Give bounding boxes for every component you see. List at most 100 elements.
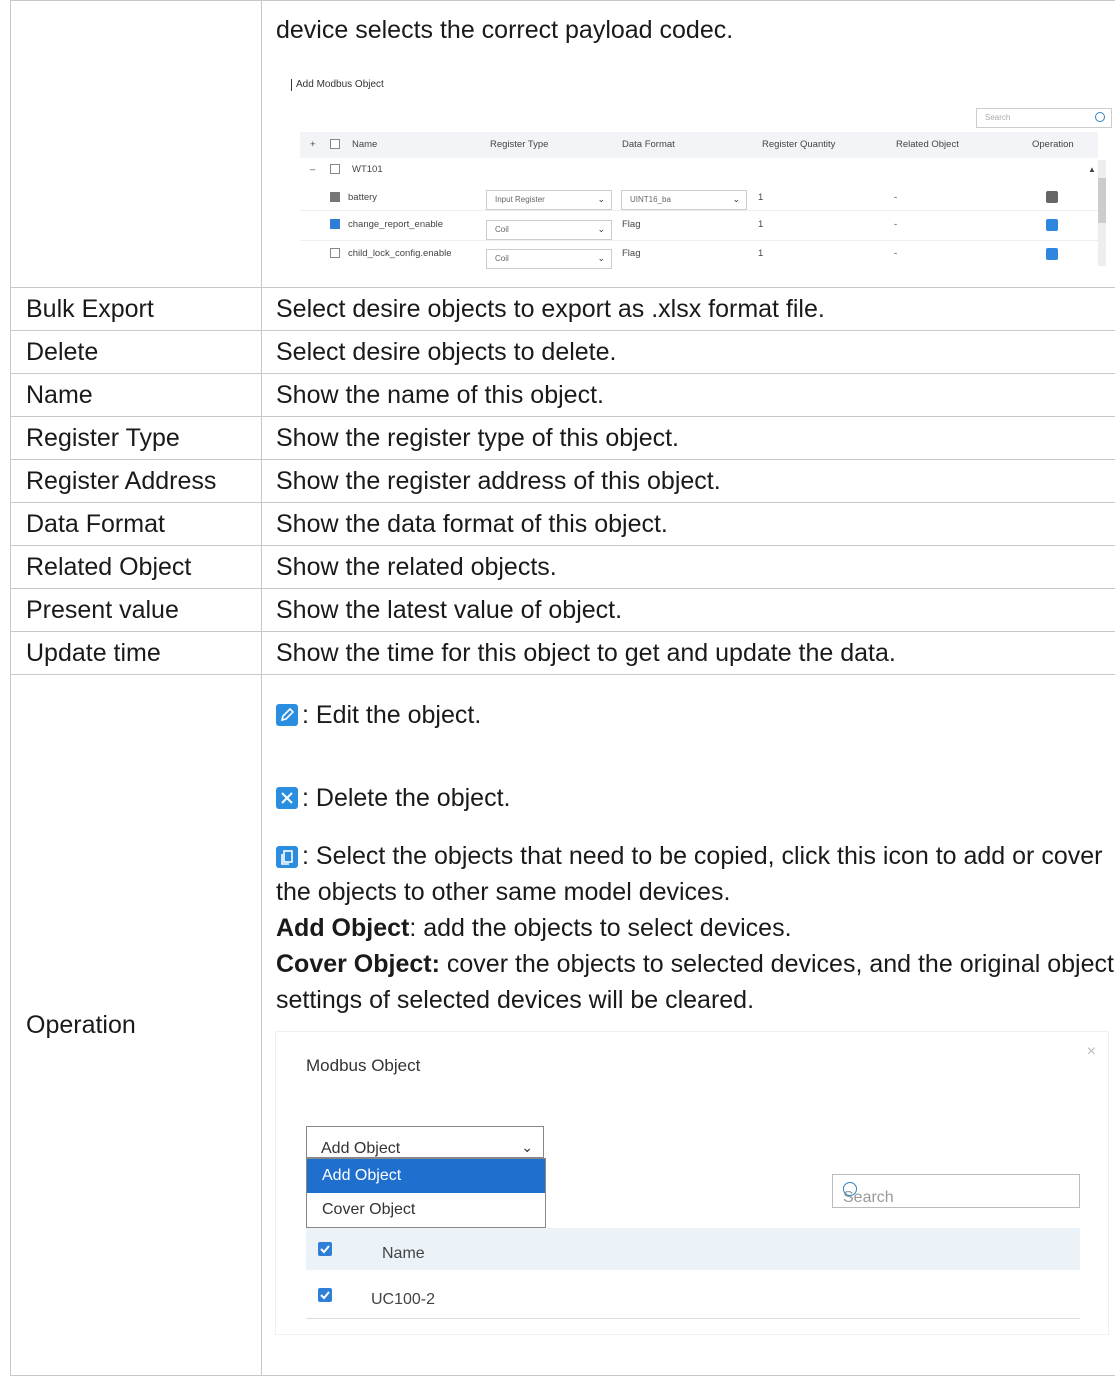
row-name: battery <box>348 192 378 203</box>
row-description: Show the register type of this object. <box>261 416 1115 460</box>
table-row: Register Address Show the register addre… <box>10 459 1115 503</box>
row-label: Present value <box>10 588 262 632</box>
row-checkbox[interactable] <box>330 248 340 258</box>
row-description: Select desire objects to export as .xlsx… <box>261 287 1115 331</box>
row-data-format: Flag <box>622 219 641 230</box>
row-description: Show the data format of this object. <box>261 502 1115 546</box>
select-all-checkbox[interactable] <box>330 139 340 149</box>
row-label: Bulk Export <box>10 287 262 331</box>
codec-text: device selects the correct payload codec… <box>276 16 734 44</box>
add-modbus-object-screenshot: Add Modbus Object Search + Name Register… <box>276 68 1112 269</box>
object-table: device selects the correct payload codec… <box>10 0 1115 1376</box>
edit-icon[interactable] <box>276 704 298 726</box>
row-name: child_lock_config.enable <box>348 248 452 259</box>
column-data-format: Data Format <box>622 139 675 150</box>
row-related: - <box>894 192 898 203</box>
empty-label-cell <box>10 0 262 288</box>
data-format-select[interactable]: UINT16_ba ⌄ <box>621 190 747 210</box>
register-type-select[interactable]: Coil ⌄ <box>486 249 612 269</box>
row-description: Show the register address of this object… <box>261 459 1115 503</box>
scrollbar-thumb[interactable] <box>1098 178 1106 223</box>
row-label: Operation <box>10 674 262 1376</box>
column-name: Name <box>352 139 378 150</box>
collapse-icon[interactable]: – <box>310 164 315 176</box>
table-row: Related Object Show the related objects. <box>10 545 1115 589</box>
select-all-checkbox[interactable] <box>318 1242 332 1256</box>
option-cover-object[interactable]: Cover Object <box>307 1193 545 1227</box>
column-operation: Operation <box>1032 139 1074 150</box>
row-divider <box>306 1318 1080 1319</box>
row-description: Show the latest value of object. <box>261 588 1115 632</box>
expand-all-icon[interactable]: + <box>310 139 316 151</box>
group-checkbox[interactable] <box>330 164 340 174</box>
screenshot-title: Add Modbus Object <box>291 79 384 91</box>
search-placeholder: Search <box>985 113 1011 122</box>
scrollbar[interactable] <box>1098 160 1106 266</box>
close-icon[interactable]: × <box>1087 1036 1096 1067</box>
cover-object-term: Cover Object: <box>276 950 440 978</box>
option-add-object[interactable]: Add Object <box>307 1159 545 1193</box>
add-object-paragraph: Add Object: add the objects to select de… <box>276 910 1114 946</box>
edit-icon[interactable] <box>1046 219 1058 231</box>
row-description: Show the time for this object to get and… <box>261 631 1115 675</box>
column-register-quantity: Register Quantity <box>762 139 836 150</box>
table-row: Delete Select desire objects to delete. <box>10 330 1115 374</box>
modbus-object-dialog-screenshot: × Modbus Object Add Object ⌄ Add Object … <box>276 1032 1108 1334</box>
row-divider <box>300 210 1098 211</box>
cover-object-paragraph: Cover Object: cover the objects to selec… <box>276 946 1114 1018</box>
search-icon[interactable] <box>1095 112 1105 122</box>
row-description: Show the name of this object. <box>261 373 1115 417</box>
row-related: - <box>894 248 898 259</box>
add-object-term: Add Object <box>276 914 410 942</box>
action-select[interactable]: Add Object ⌄ <box>306 1126 544 1158</box>
table-row: device selects the correct payload codec… <box>10 0 1115 288</box>
row-related: - <box>894 219 898 230</box>
table-row: Data Format Show the data format of this… <box>10 502 1115 546</box>
table-row: Update time Show the time for this objec… <box>10 631 1115 675</box>
action-dropdown: Add Object Cover Object <box>306 1158 546 1228</box>
copy-icon[interactable] <box>276 846 298 868</box>
table-header <box>300 132 1098 158</box>
codec-cell: device selects the correct payload codec… <box>261 0 1115 288</box>
row-label: Related Object <box>10 545 262 589</box>
row-data-format: Flag <box>622 248 641 259</box>
scroll-up-icon[interactable]: ▲ <box>1088 164 1096 176</box>
search-icon[interactable] <box>843 1182 857 1196</box>
search-input[interactable]: Search <box>832 1174 1080 1208</box>
table-row: Bulk Export Select desire objects to exp… <box>10 287 1115 331</box>
copy-paragraph: : Select the objects that need to be cop… <box>276 838 1114 910</box>
row-divider <box>300 240 1098 241</box>
row-label: Update time <box>10 631 262 675</box>
row-quantity: 1 <box>758 192 764 203</box>
add-object-description: : add the objects to select devices. <box>409 914 792 942</box>
device-checkbox[interactable] <box>318 1288 332 1302</box>
column-name: Name <box>382 1245 425 1262</box>
delete-line: : Delete the object. <box>276 778 1114 818</box>
close-icon[interactable] <box>276 787 298 809</box>
row-checkbox[interactable] <box>330 192 340 202</box>
table-row: Name Show the name of this object. <box>10 373 1115 417</box>
row-quantity: 1 <box>758 248 764 259</box>
edit-icon[interactable] <box>1046 248 1058 260</box>
table-row: Present value Show the latest value of o… <box>10 588 1115 632</box>
table-row: Register Type Show the register type of … <box>10 416 1115 460</box>
edit-line: : Edit the object. <box>276 695 1114 735</box>
row-label: Register Address <box>10 459 262 503</box>
row-checkbox[interactable] <box>330 219 340 229</box>
row-description: Select desire objects to delete. <box>261 330 1115 374</box>
operation-cell: : Edit the object. : Delete the object. … <box>261 674 1115 1376</box>
group-row-name: WT101 <box>352 164 383 175</box>
device-name: UC100-2 <box>371 1291 436 1308</box>
register-type-select[interactable]: Coil ⌄ <box>486 220 612 240</box>
row-label: Register Type <box>10 416 262 460</box>
search-input[interactable]: Search <box>976 108 1112 128</box>
delete-description: : Delete the object. <box>302 783 511 812</box>
dialog-title: Modbus Object <box>306 1056 421 1075</box>
row-name: change_report_enable <box>348 219 444 230</box>
register-type-select[interactable]: Input Register ⌄ <box>486 190 612 210</box>
edit-description: : Edit the object. <box>302 700 482 729</box>
row-label: Delete <box>10 330 262 374</box>
edit-icon[interactable] <box>1046 191 1058 203</box>
row-label: Data Format <box>10 502 262 546</box>
row-quantity: 1 <box>758 219 764 230</box>
